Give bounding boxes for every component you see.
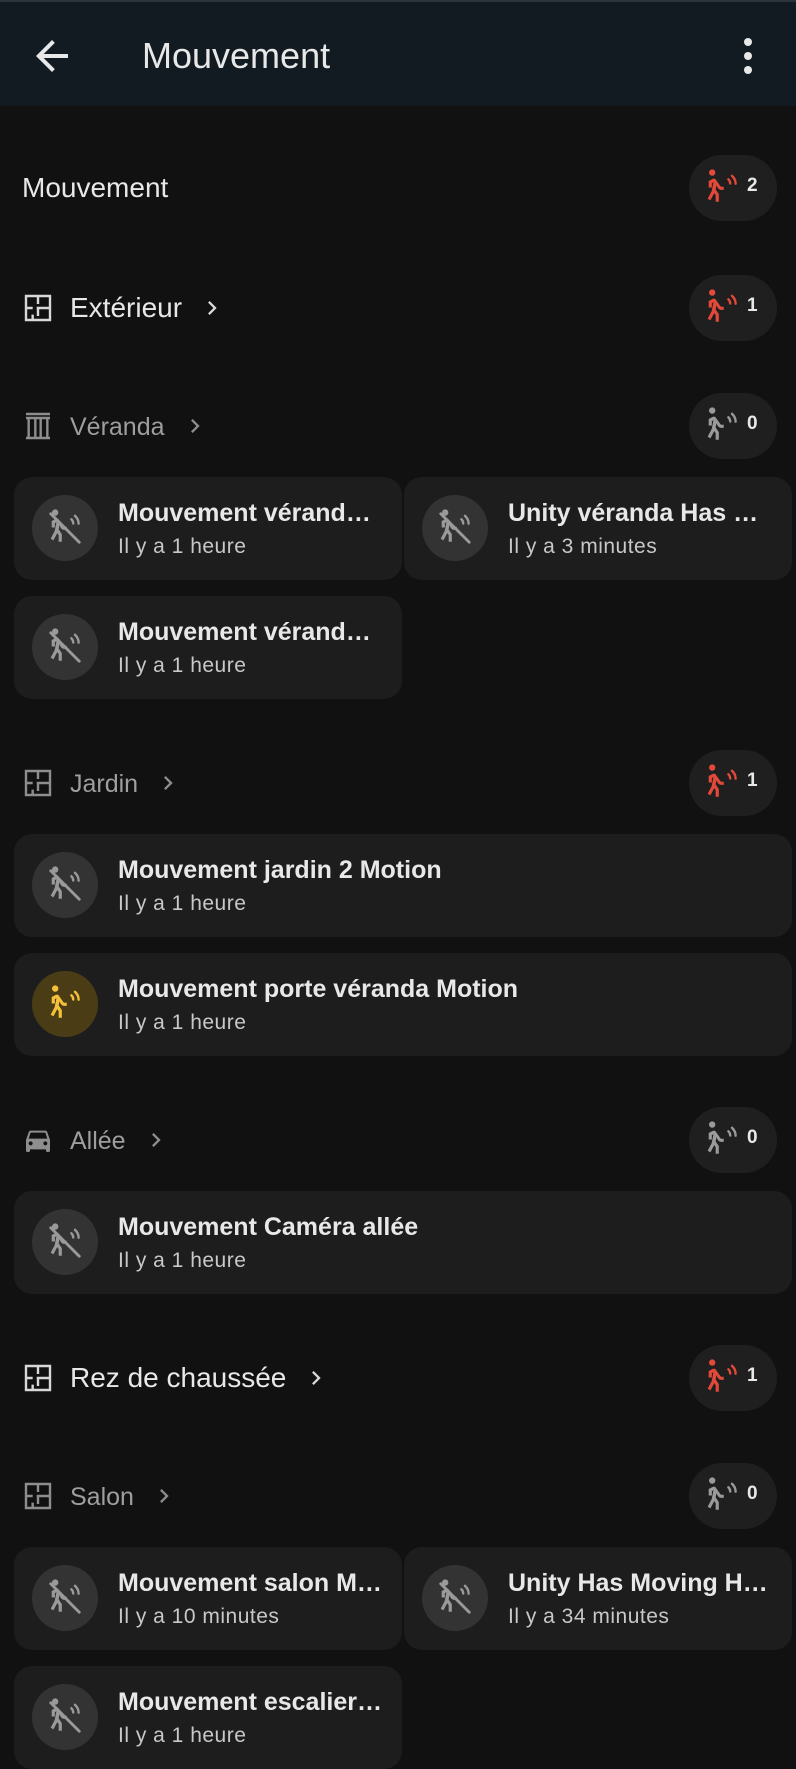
motion-sensor-off-icon[interactable] [32, 852, 98, 918]
entity-card[interactable]: Mouvement Caméra allée Il y a 1 heure [14, 1191, 792, 1294]
entity-last-changed: Il y a 1 heure [118, 1724, 247, 1747]
entity-name: Mouvement véranda 1 Motion [118, 499, 382, 527]
entity-last-changed: Il y a 10 minutes [118, 1605, 280, 1628]
chevron-right-icon [154, 769, 182, 797]
entity-name: Mouvement véranda 2 Motion [118, 618, 382, 646]
entity-last-changed: Il y a 1 heure [118, 535, 247, 558]
entity-last-changed: Il y a 34 minutes [508, 1605, 670, 1628]
floor-plan-icon [24, 1364, 52, 1392]
entity-last-changed: Il y a 1 heure [118, 892, 247, 915]
area-title: Véranda [70, 413, 165, 441]
motion-sensor-off-icon[interactable] [32, 1565, 98, 1631]
chevron-right-icon [198, 294, 226, 322]
entity-last-changed: Il y a 1 heure [118, 654, 247, 677]
area-header[interactable]: Salon 0 [0, 1463, 796, 1529]
area-motion-badge[interactable]: 1 [689, 750, 777, 816]
area-header[interactable]: Extérieur 1 [0, 275, 796, 341]
badge-count: 0 [747, 1483, 758, 1504]
area-motion-badge[interactable]: 0 [689, 1463, 777, 1529]
motion-sensor-icon [707, 169, 737, 202]
summary-motion-badge[interactable]: 2 [689, 155, 777, 221]
badge-count: 2 [747, 175, 758, 196]
entity-card[interactable]: Mouvement véranda 1 Motion Il y a 1 heure [14, 477, 402, 580]
entity-name: Mouvement salon Motion [118, 1569, 382, 1597]
badge-count: 1 [747, 295, 758, 316]
more-vert-icon[interactable] [724, 32, 772, 80]
motion-sensor-icon [707, 1477, 737, 1510]
page-title: Mouvement [142, 35, 331, 76]
entity-card[interactable]: Unity Has Moving Human Il y a 34 minutes [404, 1547, 792, 1650]
motion-sensor-off-icon[interactable] [32, 614, 98, 680]
entity-card[interactable]: Mouvement escalier Motion Il y a 1 heure [14, 1666, 402, 1769]
badge-count: 0 [747, 413, 758, 434]
area-motion-badge[interactable]: 1 [689, 275, 777, 341]
entity-name: Mouvement jardin 2 Motion [118, 856, 442, 884]
motion-sensor-icon [707, 1359, 737, 1392]
area-title: Extérieur [70, 292, 183, 323]
car-icon [26, 1130, 50, 1152]
chevron-right-icon [150, 1482, 178, 1510]
badge-count: 1 [747, 1365, 758, 1386]
entity-last-changed: Il y a 3 minutes [508, 535, 658, 558]
area-title: Rez de chaussée [70, 1362, 287, 1393]
entity-name: Mouvement porte véranda Motion [118, 975, 519, 1003]
floor-plan-icon [24, 294, 52, 322]
motion-sensor-icon [707, 764, 737, 797]
entity-card[interactable]: Mouvement véranda 2 Motion Il y a 1 heure [14, 596, 402, 699]
entity-card[interactable]: Unity véranda Has Moving Human Il y a 3 m… [404, 477, 792, 580]
entity-name: Unity véranda Has Moving Human [508, 499, 772, 527]
area-header[interactable]: Rez de chaussée 1 [0, 1345, 796, 1411]
veranda-icon [26, 412, 50, 440]
entity-name: Mouvement escalier Motion [118, 1688, 382, 1716]
chevron-right-icon [302, 1364, 330, 1392]
chevron-right-icon [181, 412, 209, 440]
entity-name: Mouvement Caméra allée [118, 1213, 419, 1241]
area-title: Salon [70, 1483, 134, 1511]
area-motion-badge[interactable]: 0 [689, 393, 777, 459]
summary-header: Mouvement 2 [0, 155, 796, 221]
app-bar: Mouvement [0, 0, 796, 106]
entity-last-changed: Il y a 1 heure [118, 1011, 247, 1034]
back-arrow-icon[interactable] [28, 32, 76, 80]
motion-sensor-off-icon[interactable] [422, 495, 488, 561]
area-header[interactable]: Allée 0 [0, 1107, 796, 1173]
floor-plan-icon [24, 1482, 52, 1510]
chevron-right-icon [142, 1126, 170, 1154]
badge-count: 0 [747, 1127, 758, 1148]
motion-sensor-icon [707, 407, 737, 440]
entity-last-changed: Il y a 1 heure [118, 1249, 247, 1272]
motion-sensor-off-icon[interactable] [32, 1684, 98, 1750]
entity-card[interactable]: Mouvement salon Motion Il y a 10 minutes [14, 1547, 402, 1650]
motion-sensor-off-icon[interactable] [32, 495, 98, 561]
area-motion-badge[interactable]: 0 [689, 1107, 777, 1173]
motion-sensor-icon [707, 1121, 737, 1154]
floor-plan-icon [24, 769, 52, 797]
area-header[interactable]: Jardin 1 [0, 750, 796, 816]
motion-sensor-off-icon[interactable] [32, 1209, 98, 1275]
summary-title: Mouvement [22, 172, 169, 203]
entity-card[interactable]: Mouvement jardin 2 Motion Il y a 1 heure [14, 834, 792, 937]
area-title: Allée [70, 1127, 126, 1155]
motion-sensor-icon[interactable] [32, 971, 98, 1037]
area-motion-badge[interactable]: 1 [689, 1345, 777, 1411]
badge-count: 1 [747, 770, 758, 791]
motion-sensor-off-icon[interactable] [422, 1565, 488, 1631]
motion-sensor-icon [707, 289, 737, 322]
area-header[interactable]: Véranda 0 [0, 393, 796, 459]
entity-card[interactable]: Mouvement porte véranda Motion Il y a 1 h… [14, 953, 792, 1056]
entity-name: Unity Has Moving Human [508, 1569, 772, 1597]
area-title: Jardin [70, 770, 139, 798]
